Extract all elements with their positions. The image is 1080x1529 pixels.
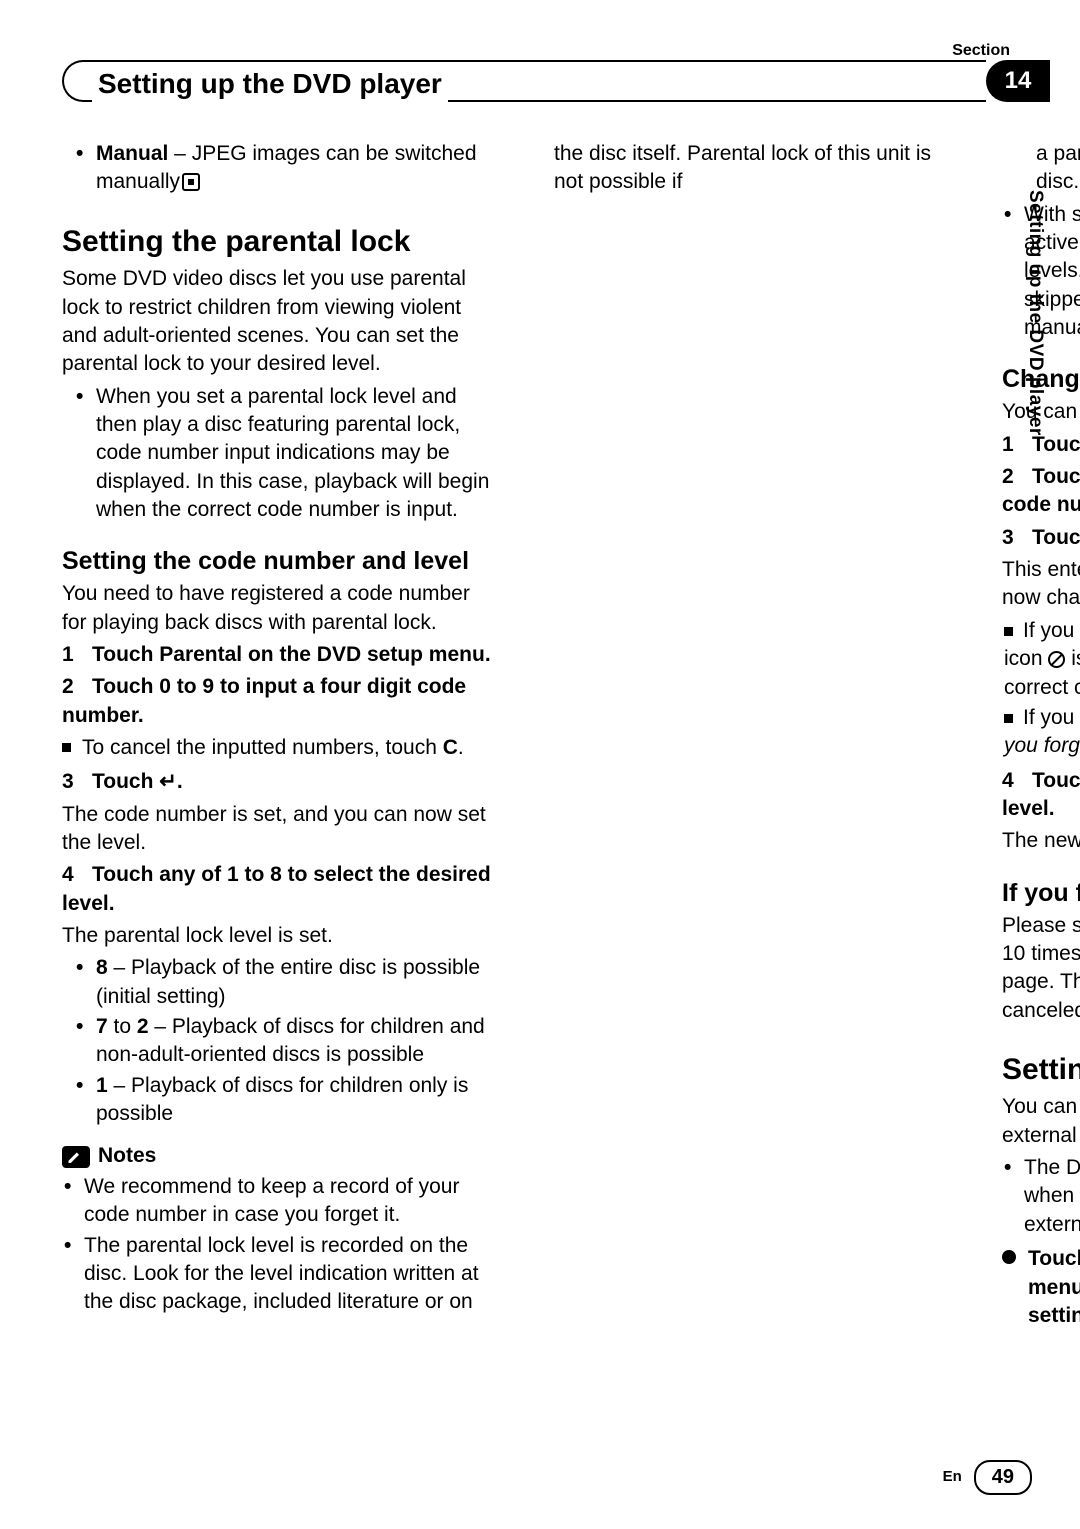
body-content: Manual – JPEG images can be switched man… [62, 140, 962, 1350]
c-step-2: 2Touch 0 to 9 to input the registered co… [1002, 463, 1080, 520]
note-3: With some discs, the parental lock may b… [1024, 201, 1080, 343]
heading-divx: Setting the DivX subtitle file [1002, 1053, 1080, 1088]
c-step-3-note1: If you input an incorrect code number, t… [1004, 617, 1080, 702]
notes-heading: Notes [62, 1142, 492, 1170]
forget-body: Please see the following section, and to… [1002, 912, 1080, 1025]
divx-intro: You can select whether to display DivX e… [1002, 1093, 1080, 1150]
c-step-3-note2: If you forget your code number, refer to… [1004, 704, 1080, 761]
page-title: Setting up the DVD player [92, 65, 448, 103]
step-3-body: The code number is set, and you can now … [62, 801, 492, 858]
step-4: 4Touch any of 1 to 8 to select the desir… [62, 861, 492, 918]
level-7-2: 7 to 2 – Playback of discs for children … [96, 1013, 492, 1070]
c-step-1: 1Touch Parental on the DVD setup menu. [1002, 431, 1080, 459]
step-1: 1Touch Parental on the DVD setup menu. [62, 641, 492, 669]
lang-label: En [943, 1467, 962, 1487]
level-1: 1 – Playback of discs for children only … [96, 1072, 492, 1129]
manual-item: Manual – JPEG images can be switched man… [96, 140, 492, 197]
heading-forget: If you forget your code number [1002, 878, 1080, 908]
page-number: 49 [974, 1460, 1032, 1495]
divx-note: The DivX subtitles will be displayed eve… [1024, 1154, 1080, 1239]
parental-intro: Some DVD video discs let you use parenta… [62, 265, 492, 378]
section-label: Section [952, 40, 1010, 62]
step-2: 2Touch 0 to 9 to input a four digit code… [62, 673, 492, 730]
section-number-badge: 14 [986, 60, 1050, 102]
c-step-4: 4Touch any of 1 to 8 to select the desir… [1002, 767, 1080, 824]
level-8: 8 – Playback of the entire disc is possi… [96, 954, 492, 1011]
code-set-intro: You need to have registered a code numbe… [62, 580, 492, 637]
divx-step-head: Touch DivX Subtitle on the DVD setup men… [1002, 1245, 1080, 1330]
stop-icon [182, 173, 200, 191]
prohibit-icon [1048, 651, 1065, 668]
c-step-3-body: This enters the code number, and you can… [1002, 556, 1080, 613]
footer: En 49 [943, 1460, 1032, 1495]
enter-icon: ↵ [159, 770, 177, 793]
step-4-body: The parental lock level is set. [62, 922, 492, 950]
step-2-note: To cancel the inputted numbers, touch C. [82, 734, 492, 762]
note-2-cont: a parental lock level is not recorded in… [1002, 140, 1080, 197]
step-3: 3Touch ↵. [62, 768, 492, 796]
c-step-4-body: The new parental lock level is set. [1002, 827, 1080, 855]
changing-intro: You can change the set parental lock lev… [1002, 398, 1080, 426]
heading-code-set: Setting the code number and level [62, 546, 492, 576]
parental-note: When you set a parental lock level and t… [96, 383, 492, 525]
heading-parental-lock: Setting the parental lock [62, 225, 492, 260]
c-step-3: 3Touch ↵. [1002, 524, 1080, 552]
note-1: We recommend to keep a record of your co… [84, 1173, 492, 1230]
heading-changing-level: Changing the level [1002, 364, 1080, 394]
pencil-icon [62, 1146, 90, 1168]
